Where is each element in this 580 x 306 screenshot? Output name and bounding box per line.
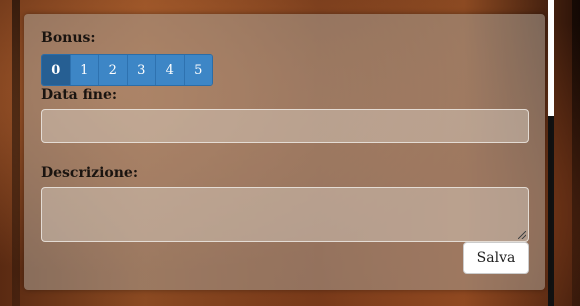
bonus-option-2[interactable]: 2	[99, 55, 128, 85]
bonus-option-5[interactable]: 5	[184, 55, 212, 85]
background-texture-right	[572, 0, 580, 306]
scrollbar-thumb[interactable]	[548, 116, 554, 306]
resize-grip-icon[interactable]	[518, 231, 526, 239]
description-textarea[interactable]	[41, 187, 529, 242]
bonus-option-4[interactable]: 4	[156, 55, 185, 85]
bonus-option-3[interactable]: 3	[127, 55, 156, 85]
end-date-input[interactable]	[41, 109, 529, 143]
save-button[interactable]: Salva	[463, 242, 529, 274]
bonus-selector: 0 1 2 3 4 5	[41, 54, 213, 86]
bonus-label: Bonus:	[41, 30, 96, 46]
bonus-option-0[interactable]: 0	[42, 55, 71, 85]
bonus-option-1[interactable]: 1	[70, 55, 99, 85]
background-texture	[12, 0, 20, 306]
description-label: Descrizione:	[41, 165, 139, 181]
end-date-label: Data fine:	[41, 87, 118, 103]
